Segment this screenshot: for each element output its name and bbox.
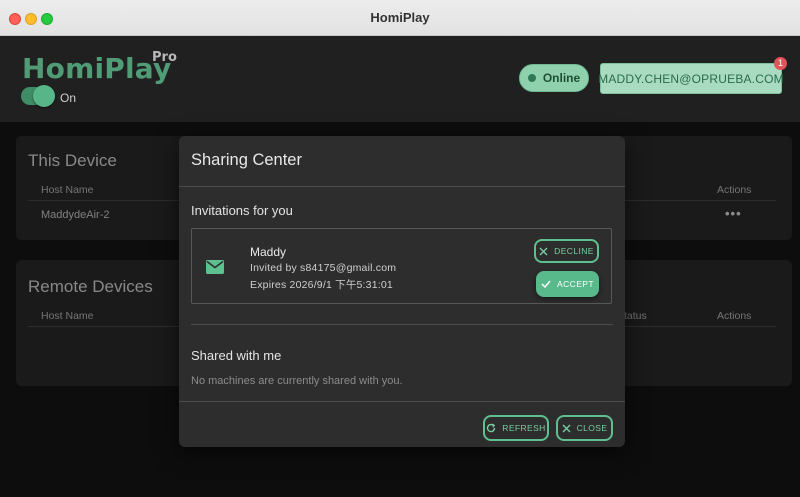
shared-empty-message: No machines are currently shared with yo… <box>191 375 403 387</box>
invitation-card: Maddy Invited by s84175@gmail.com Expire… <box>191 228 612 304</box>
close-icon <box>562 424 571 433</box>
pro-badge: Pro <box>152 50 177 65</box>
footer-divider <box>179 401 625 402</box>
app-header: HomiPlay Pro On Online MADDY.CHEN@OPRUEB… <box>0 36 800 122</box>
shared-with-me-title: Shared with me <box>191 348 282 363</box>
online-toggle[interactable] <box>21 85 55 107</box>
refresh-button[interactable]: REFRESH <box>483 415 549 441</box>
mail-icon <box>206 260 224 274</box>
accept-button[interactable]: ACCEPT <box>536 271 599 297</box>
window-title: HomiPlay <box>370 10 430 25</box>
notification-badge[interactable]: 1 <box>774 57 787 70</box>
app-logo: HomiPlay <box>22 52 172 85</box>
status-label: Online <box>542 71 581 85</box>
user-account-button[interactable]: MADDY.CHEN@OPRUEBA.COM <box>598 63 784 94</box>
toggle-label: On <box>60 91 77 105</box>
expires-text: Expires 2026/9/1 下午5:31:01 <box>250 279 393 291</box>
decline-button[interactable]: DECLINE <box>534 239 599 263</box>
close-button[interactable]: CLOSE <box>556 415 613 441</box>
decline-label: DECLINE <box>554 246 594 256</box>
invited-by-text: Invited by s84175@gmail.com <box>250 262 397 274</box>
status-dot-icon <box>527 74 536 82</box>
accept-label: ACCEPT <box>557 279 594 289</box>
invitations-title: Invitations for you <box>191 203 293 218</box>
toggle-knob <box>33 85 55 107</box>
refresh-label: REFRESH <box>502 423 546 433</box>
sharing-center-dialog: Sharing Center Invitations for you Maddy… <box>179 136 625 447</box>
check-icon <box>541 280 551 288</box>
close-icon <box>539 247 548 256</box>
window-titlebar: HomiPlay <box>0 0 800 36</box>
close-label: CLOSE <box>576 423 608 433</box>
inviter-name: Maddy <box>250 245 287 259</box>
refresh-icon <box>486 423 496 433</box>
dialog-divider <box>179 186 625 187</box>
section-divider <box>191 324 613 325</box>
status-indicator[interactable]: Online <box>519 64 589 92</box>
user-email: MADDY.CHEN@OPRUEBA.COM <box>598 71 784 86</box>
dialog-title: Sharing Center <box>191 151 302 169</box>
